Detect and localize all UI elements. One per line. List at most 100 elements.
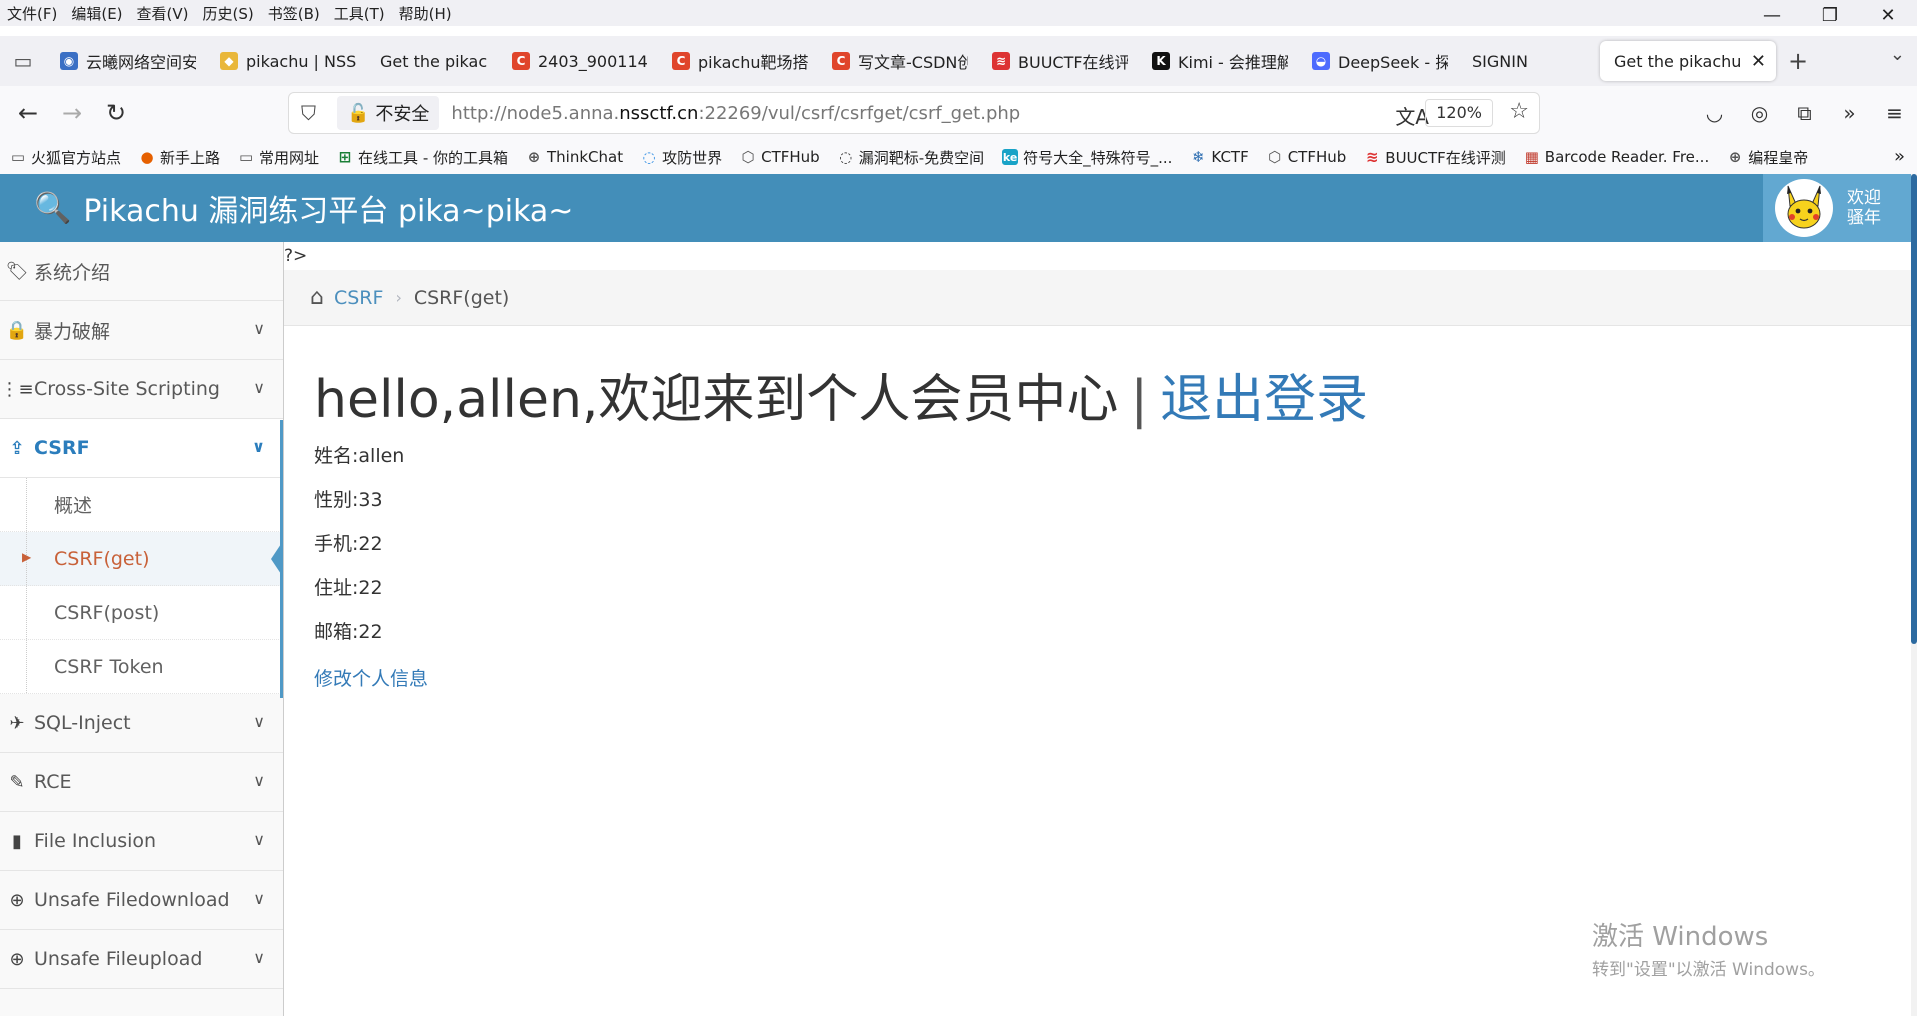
tool-icon: ⊞: [338, 148, 352, 166]
bookmarks-overflow-icon[interactable]: »: [1894, 146, 1905, 167]
tab-1[interactable]: ◆ pikachu | NSSC: [206, 41, 366, 81]
tab-9[interactable]: SIGNIN: [1458, 41, 1590, 81]
tracking-shield-icon[interactable]: ⛉: [301, 101, 316, 125]
tags-icon: 🏷: [5, 260, 29, 282]
window-controls: — ❐ ✕: [1743, 0, 1917, 30]
bookmark-3[interactable]: ⊞ 在线工具 - 你的工具箱: [327, 147, 516, 168]
sidebar-item-cross-site-scripting[interactable]: ⋮≡ Cross-Site Scripting ∨: [0, 360, 283, 419]
sidebar-item-unsafe-fileupload[interactable]: ⊕ Unsafe Fileupload ∨: [0, 930, 283, 989]
firefox-view-icon[interactable]: ▭: [0, 41, 46, 81]
bookmark-9[interactable]: ❄ KCTF: [1180, 148, 1256, 166]
submenu-item-3[interactable]: CSRF Token: [0, 640, 283, 694]
forward-button[interactable]: →: [50, 93, 94, 133]
bookmark-label: 编程皇帝: [1748, 148, 1809, 167]
bookmark-12[interactable]: ▦ Barcode Reader. Fre...: [1514, 148, 1717, 166]
menu-file[interactable]: 文件(F): [0, 3, 64, 24]
logout-link[interactable]: 退出登录: [1160, 370, 1368, 430]
reload-button[interactable]: ↻: [94, 93, 138, 133]
site-info-button[interactable]: 🔓 不安全: [337, 96, 440, 130]
pocket-icon[interactable]: ◡: [1692, 94, 1737, 132]
menu-edit[interactable]: 编辑(E): [64, 3, 129, 24]
chevron-down-icon: ∨: [253, 948, 265, 967]
tab-title: Get the pikachu: [380, 51, 488, 71]
home-icon[interactable]: ⌂: [310, 285, 324, 310]
menu-view[interactable]: 查看(V): [130, 3, 196, 24]
page-scrollbar-thumb[interactable]: [1911, 174, 1917, 644]
chevron-down-icon: ∨: [253, 378, 265, 397]
edit-profile-link[interactable]: 修改个人信息: [314, 668, 428, 690]
sidebar-item-file-inclusion[interactable]: ▮ File Inclusion ∨: [0, 812, 283, 871]
tab-3[interactable]: C 2403_9001148: [498, 41, 658, 81]
back-button[interactable]: ←: [6, 93, 50, 133]
sidebar-item-unsafe-filedownload[interactable]: ⊕ Unsafe Filedownload ∨: [0, 871, 283, 930]
url-bar[interactable]: ⛉ 🔓 不安全 http://node5.anna.nssctf.cn:2226…: [288, 92, 1540, 134]
bookmark-label: 漏洞靶标-免费空间: [858, 148, 985, 167]
tab-favicon-icon: ◒: [1312, 52, 1330, 70]
close-window-button[interactable]: ✕: [1859, 0, 1917, 30]
bookmark-label: 新手上路: [160, 148, 221, 167]
new-tab-button[interactable]: +: [1776, 47, 1820, 75]
bookmark-8[interactable]: ke 符号大全_特殊符号_...: [992, 147, 1180, 168]
bookmark-10[interactable]: ⬡ CTFHub: [1257, 148, 1355, 166]
folder-icon: ▭: [238, 148, 254, 166]
tab-5[interactable]: C 写文章-CSDN创: [818, 41, 978, 81]
hamburger-menu-icon[interactable]: ≡: [1872, 94, 1917, 132]
submenu-item-2[interactable]: CSRF(post): [0, 586, 283, 640]
tab-favicon-icon: ◉: [60, 52, 78, 70]
minimize-button[interactable]: —: [1743, 0, 1801, 30]
profile-field-0: 姓名:allen: [314, 445, 405, 467]
bookmark-13[interactable]: ⊕ 编程皇帝: [1717, 147, 1816, 168]
url-text[interactable]: http://node5.anna.nssctf.cn:22269/vul/cs…: [451, 103, 1020, 124]
menu-history[interactable]: 历史(S): [196, 3, 261, 24]
bookmark-6[interactable]: ⬡ CTFHub: [730, 148, 828, 166]
sidebar-item-partial[interactable]: [0, 989, 283, 1016]
menu-bookmarks[interactable]: 书签(B): [261, 3, 327, 24]
bookmark-4[interactable]: ⊕ ThinkChat: [516, 148, 631, 166]
sidebar-item-sql-inject[interactable]: ✈ SQL-Inject ∨: [0, 694, 283, 753]
hex-icon: ⬡: [741, 148, 755, 166]
account-icon[interactable]: ◎: [1737, 94, 1782, 132]
zoom-level-button[interactable]: 120%: [1425, 99, 1493, 127]
tab-4[interactable]: Cpikachu靶场搭: [658, 41, 818, 81]
submenu-item-0[interactable]: 概述: [0, 478, 283, 532]
sidebar-item-rce[interactable]: ✎ RCE ∨: [0, 753, 283, 812]
bookmark-11[interactable]: ≋ BUUCTF在线评测: [1354, 147, 1514, 168]
translate-icon[interactable]: 文A: [1395, 101, 1429, 130]
tab-0[interactable]: ◉ 云曦网络空间安: [46, 41, 206, 81]
menu-help[interactable]: 帮助(H): [392, 3, 459, 24]
tab-8[interactable]: ◒ DeepSeek - 探: [1298, 41, 1458, 81]
bookmark-5[interactable]: ◌ 攻防世界: [631, 147, 730, 168]
sidebar-item-label: 暴力破解: [34, 320, 111, 343]
welcome-text: 欢迎 骚年: [1847, 188, 1881, 228]
app-brand[interactable]: 🔍 Pikachu 漏洞练习平台 pika~pika~: [34, 186, 573, 230]
extensions-icon[interactable]: ⧉: [1782, 94, 1827, 132]
chevron-down-icon: ∨: [253, 830, 265, 849]
list-all-tabs-icon[interactable]: ⌄: [1890, 44, 1905, 65]
tab-2[interactable]: Get the pikachu: [366, 41, 498, 81]
profile-field-3: 住址:22: [314, 577, 383, 599]
bookmark-0[interactable]: ▭ 火狐官方站点: [0, 147, 129, 168]
tab-active[interactable]: Get the pikachu ✕: [1600, 41, 1776, 81]
overflow-chevron-icon[interactable]: »: [1827, 94, 1872, 132]
bookmark-2[interactable]: ▭ 常用网址: [228, 147, 327, 168]
bookmark-1[interactable]: ● 新手上路: [129, 147, 228, 168]
stray-php-text: ?>: [284, 246, 308, 266]
tab-close-icon[interactable]: ✕: [1751, 51, 1766, 72]
breadcrumb-link-csrf[interactable]: CSRF: [334, 287, 383, 309]
barcode-icon: ▦: [1524, 148, 1539, 166]
tab-6[interactable]: ≋ BUUCTF在线评: [978, 41, 1138, 81]
tab-title: pikachu | NSSC: [246, 51, 356, 71]
restore-button[interactable]: ❐: [1801, 0, 1859, 30]
menu-bar: 文件(F) 编辑(E) 查看(V) 历史(S) 书签(B) 工具(T) 帮助(H…: [0, 0, 1917, 26]
bookmark-7[interactable]: ◌ 漏洞靶标-免费空间: [828, 147, 992, 168]
tab-7[interactable]: K Kimi - 会推理解: [1138, 41, 1298, 81]
greeting-text: hello,allen,欢迎来到个人会员中心: [314, 370, 1119, 430]
pikachu-avatar-icon: [1787, 185, 1821, 229]
sidebar-item-csrf[interactable]: ⇪ CSRF ∨: [0, 419, 283, 478]
bookmark-star-icon[interactable]: ☆: [1509, 99, 1529, 124]
user-menu[interactable]: 欢迎 骚年: [1763, 174, 1911, 242]
menu-tools[interactable]: 工具(T): [327, 3, 392, 24]
sidebar-item--[interactable]: 🏷 系统介绍: [0, 242, 283, 301]
sidebar-item--[interactable]: 🔒 暴力破解 ∨: [0, 301, 283, 360]
submenu-item-1[interactable]: ▶ CSRF(get): [0, 532, 283, 586]
